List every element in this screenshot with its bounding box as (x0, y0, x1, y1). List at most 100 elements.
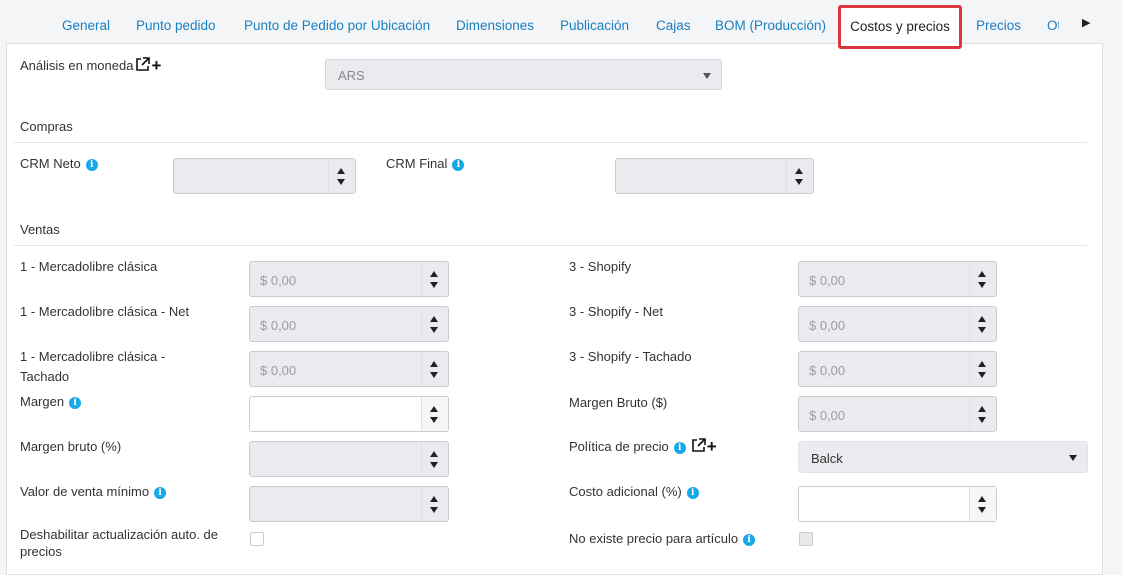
no-existe-precio-label-row: No existe precio para artículo i (569, 529, 756, 549)
arrow-up-icon[interactable] (978, 406, 986, 412)
arrow-up-icon[interactable] (430, 361, 438, 367)
arrow-up-icon[interactable] (430, 496, 438, 502)
politica-precio-label-row: Política de precio i + (569, 437, 717, 457)
arrow-up-icon[interactable] (978, 271, 986, 277)
info-icon[interactable]: i (85, 159, 98, 171)
crm-final-stepper[interactable] (786, 159, 813, 193)
arrow-up-icon[interactable] (337, 168, 345, 174)
arrow-down-icon[interactable] (978, 507, 986, 513)
plus-icon[interactable]: + (151, 57, 161, 74)
arrow-up-icon[interactable] (430, 316, 438, 322)
arrow-down-icon[interactable] (430, 462, 438, 468)
info-icon[interactable]: i (154, 487, 167, 499)
scroll-right-icon[interactable]: ▶ (1082, 16, 1090, 29)
arrow-down-icon[interactable] (430, 282, 438, 288)
deshabilitar-checkbox[interactable] (250, 532, 264, 546)
arrow-up-icon[interactable] (978, 316, 986, 322)
tab-general[interactable]: General (62, 18, 110, 33)
tab-precios[interactable]: Precios (976, 18, 1021, 33)
crm-final-label-row: CRM Final i (386, 154, 465, 174)
margen-stepper[interactable] (421, 397, 448, 431)
ml-clasica-value: $ 0,00 (260, 273, 297, 288)
chevron-down-icon (703, 73, 711, 79)
costo-adicional-stepper[interactable] (969, 487, 996, 521)
margen-bruto-pct-input[interactable] (249, 441, 449, 477)
ml-clasica-input[interactable]: $ 0,00 (249, 261, 449, 297)
ml-clasica-tachado-stepper[interactable] (421, 352, 448, 386)
valor-venta-minimo-label: Valor de venta mínimo (20, 484, 150, 499)
shopify-tachado-label: 3 - Shopify - Tachado (569, 349, 692, 364)
ml-clasica-tachado-label: 1 - Mercadolibre clásica - Tachado (20, 349, 166, 384)
shopify-stepper[interactable] (969, 262, 996, 296)
ml-clasica-net-stepper[interactable] (421, 307, 448, 341)
shopify-tachado-stepper[interactable] (969, 352, 996, 386)
crm-neto-input[interactable] (173, 158, 356, 194)
arrow-down-icon[interactable] (978, 372, 986, 378)
tab-publicacion[interactable]: Publicación (560, 18, 629, 33)
info-icon[interactable]: i (69, 397, 82, 409)
arrow-down-icon[interactable] (430, 507, 438, 513)
arrow-down-icon[interactable] (430, 372, 438, 378)
margen-bruto-abs-input[interactable]: $ 0,00 (798, 396, 997, 432)
valor-venta-minimo-stepper[interactable] (421, 487, 448, 521)
arrow-up-icon[interactable] (795, 168, 803, 174)
moneda-select[interactable]: ARS (325, 59, 722, 90)
tab-otros[interactable]: Ot (1047, 18, 1059, 33)
arrow-down-icon[interactable] (337, 179, 345, 185)
arrow-down-icon[interactable] (430, 417, 438, 423)
arrow-down-icon[interactable] (978, 327, 986, 333)
tab-cajas[interactable]: Cajas (656, 18, 691, 33)
tab-costos-y-precios[interactable]: Costos y precios (838, 5, 962, 49)
politica-precio-select[interactable]: Balck (798, 441, 1088, 473)
ml-clasica-tachado-input[interactable]: $ 0,00 (249, 351, 449, 387)
external-link-icon[interactable] (135, 57, 151, 72)
shopify-label: 3 - Shopify (569, 259, 632, 274)
tab-punto-pedido-ubicacion[interactable]: Punto de Pedido por Ubicación (244, 18, 430, 33)
crm-final-label: CRM Final (386, 156, 448, 171)
info-icon[interactable]: i (673, 442, 686, 454)
ventas-title: Ventas (20, 222, 60, 237)
margen-bruto-pct-stepper[interactable] (421, 442, 448, 476)
ml-clasica-tachado-value: $ 0,00 (260, 363, 297, 378)
margen-label-row: Margen i (20, 392, 82, 412)
info-icon[interactable]: i (743, 534, 756, 546)
arrow-up-icon[interactable] (430, 406, 438, 412)
valor-venta-minimo-input[interactable] (249, 486, 449, 522)
shopify-value: $ 0,00 (809, 273, 846, 288)
margen-bruto-abs-stepper[interactable] (969, 397, 996, 431)
info-icon[interactable]: i (686, 487, 699, 499)
costo-adicional-label-row: Costo adicional (%) i (569, 482, 699, 502)
arrow-down-icon[interactable] (978, 282, 986, 288)
info-icon[interactable]: i (452, 159, 465, 171)
tab-punto-pedido[interactable]: Punto pedido (136, 18, 216, 33)
no-existe-precio-checkbox[interactable] (799, 532, 813, 546)
ml-clasica-net-input[interactable]: $ 0,00 (249, 306, 449, 342)
arrow-down-icon[interactable] (795, 179, 803, 185)
tab-bom[interactable]: BOM (Producción) (715, 18, 826, 33)
ml-clasica-stepper[interactable] (421, 262, 448, 296)
margen-bruto-abs-label: Margen Bruto ($) (569, 395, 668, 410)
external-link-icon[interactable] (691, 438, 706, 453)
margen-label: Margen (20, 394, 65, 409)
arrow-down-icon[interactable] (978, 417, 986, 423)
shopify-net-stepper[interactable] (969, 307, 996, 341)
plus-icon[interactable]: + (707, 438, 717, 455)
shopify-net-label: 3 - Shopify - Net (569, 304, 663, 319)
valor-venta-minimo-label-row: Valor de venta mínimo i (20, 482, 167, 502)
ml-clasica-label: 1 - Mercadolibre clásica (20, 259, 158, 274)
shopify-input[interactable]: $ 0,00 (798, 261, 997, 297)
crm-final-input[interactable] (615, 158, 814, 194)
tab-dimensiones[interactable]: Dimensiones (456, 18, 534, 33)
crm-neto-label: CRM Neto (20, 156, 81, 171)
arrow-up-icon[interactable] (978, 496, 986, 502)
shopify-tachado-input[interactable]: $ 0,00 (798, 351, 997, 387)
costo-adicional-input[interactable] (798, 486, 997, 522)
margen-input[interactable] (249, 396, 449, 432)
arrow-up-icon[interactable] (430, 451, 438, 457)
arrow-down-icon[interactable] (430, 327, 438, 333)
shopify-net-input[interactable]: $ 0,00 (798, 306, 997, 342)
arrow-up-icon[interactable] (978, 361, 986, 367)
arrow-up-icon[interactable] (430, 271, 438, 277)
crm-neto-stepper[interactable] (328, 159, 355, 193)
shopify-net-value: $ 0,00 (809, 318, 846, 333)
